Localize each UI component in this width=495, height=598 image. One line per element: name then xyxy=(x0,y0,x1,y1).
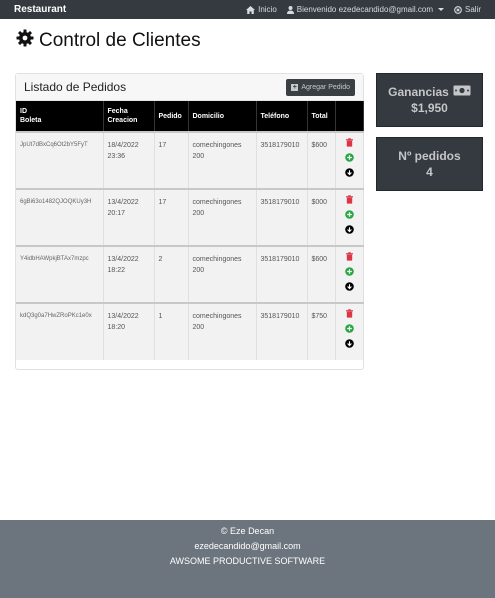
order-total-cell: $600 xyxy=(307,132,336,189)
footer-email: ezedecandido@gmail.com xyxy=(194,541,301,551)
orders-count-card: Nº pedidos 4 xyxy=(376,137,483,191)
trash-icon[interactable] xyxy=(345,309,354,318)
order-date-cell: 18/4/2022 23:36 xyxy=(103,132,155,189)
table-row: 6gBi63o1482QJOQKUy3H 13/4/2022 20:17 17 c… xyxy=(16,189,364,246)
order-date-cell: 13/4/2022 18:20 xyxy=(103,303,155,360)
nav-user-dropdown[interactable]: Bienvenido ezedecandido@gmail.com xyxy=(286,5,444,14)
earnings-label-row: Ganancias xyxy=(388,85,471,99)
home-icon xyxy=(246,5,256,14)
top-navbar: Restaurant Inicio Bienvenido ezedecandid… xyxy=(0,0,495,19)
page-title-text: Control de Clientes xyxy=(39,30,201,51)
col-header-actions xyxy=(335,101,364,132)
brand-link[interactable]: Restaurant xyxy=(14,4,66,15)
orders-count-value: 4 xyxy=(426,165,433,179)
footer: © Eze Decan ezedecandido@gmail.com AWSOM… xyxy=(0,520,495,598)
table-row: JpUt7dBxCq6Ot2bY5FyT 18/4/2022 23:36 17 c… xyxy=(16,132,364,189)
order-actions-cell xyxy=(335,132,364,189)
trash-icon[interactable] xyxy=(345,195,354,204)
earnings-value: $1,950 xyxy=(411,101,448,115)
plus-square-icon: + xyxy=(291,83,299,91)
plus-circle-icon[interactable] xyxy=(344,210,354,219)
order-total-cell: $000 xyxy=(307,189,336,246)
order-id-cell: 6gBi63o1482QJOQKUy3H xyxy=(16,189,104,246)
order-qty-cell: 1 xyxy=(154,303,189,360)
orders-count-label: Nº pedidos xyxy=(398,149,461,163)
nav-logout-link[interactable]: Salir xyxy=(454,5,481,14)
money-icon xyxy=(453,85,471,99)
order-actions-cell xyxy=(335,189,364,246)
table-header-row: ID Boleta Fecha Creacion Pedido Domicilio … xyxy=(16,101,364,132)
order-qty-cell: 17 xyxy=(154,189,189,246)
orders-card: Listado de Pedidos + Agregar Pedido ID Bo… xyxy=(15,73,364,370)
nav-home-link[interactable]: Inicio xyxy=(246,5,277,14)
footer-company: AWSOME PRODUCTIVE SOFTWARE xyxy=(169,556,326,566)
arrow-down-circle-icon[interactable] xyxy=(344,282,354,291)
order-phone-cell: 3518179010 xyxy=(256,246,308,303)
order-actions-cell xyxy=(335,246,364,303)
order-qty-cell: 2 xyxy=(154,246,189,303)
trash-icon[interactable] xyxy=(345,252,354,261)
order-date-cell: 13/4/2022 18:22 xyxy=(103,246,155,303)
col-header-date: Fecha Creacion xyxy=(103,101,155,132)
order-id-cell: kdQ3g0a7HwZRoPKc1e0x xyxy=(16,303,104,360)
order-total-cell: $750 xyxy=(307,303,336,360)
nav-user-label: Bienvenido ezedecandido@gmail.com xyxy=(296,5,433,14)
order-id-cell: Y4idbHAWpkjBTAx7mzpc xyxy=(16,246,104,303)
plus-circle-icon[interactable] xyxy=(344,267,354,276)
add-order-button[interactable]: + Agregar Pedido xyxy=(286,78,355,96)
chevron-down-icon xyxy=(437,8,444,11)
order-total-cell: $600 xyxy=(307,246,336,303)
order-phone-cell: 3518179010 xyxy=(256,189,308,246)
col-header-total: Total xyxy=(307,101,336,132)
orders-card-title: Listado de Pedidos xyxy=(24,80,127,94)
arrow-down-circle-icon[interactable] xyxy=(344,225,354,234)
arrow-down-circle-icon[interactable] xyxy=(344,168,354,177)
plus-circle-icon[interactable] xyxy=(344,153,354,162)
order-address-cell: comechingones 200 xyxy=(188,132,257,189)
logout-icon xyxy=(454,5,462,14)
add-order-label: Agregar Pedido xyxy=(301,83,350,91)
plus-circle-icon[interactable] xyxy=(344,324,354,333)
col-header-address: Domicilio xyxy=(188,101,257,132)
order-address-cell: comechingones 200 xyxy=(188,303,257,360)
gear-icon xyxy=(16,29,34,53)
table-row: Y4idbHAWpkjBTAx7mzpc 13/4/2022 18:22 2 co… xyxy=(16,246,364,303)
nav-right: Inicio Bienvenido ezedecandido@gmail.com… xyxy=(246,5,481,14)
user-icon xyxy=(286,5,294,14)
col-header-id: ID Boleta xyxy=(16,101,104,132)
col-header-order: Pedido xyxy=(154,101,189,132)
order-qty-cell: 17 xyxy=(154,132,189,189)
nav-logout-label: Salir xyxy=(464,5,481,14)
order-id-cell: JpUt7dBxCq6Ot2bY5FyT xyxy=(16,132,104,189)
trash-icon[interactable] xyxy=(345,138,354,147)
col-header-phone: Teléfono xyxy=(256,101,308,132)
orders-table: ID Boleta Fecha Creacion Pedido Domicilio … xyxy=(16,101,364,360)
arrow-down-circle-icon[interactable] xyxy=(344,339,354,348)
page-title: Control de Clientes xyxy=(16,29,201,53)
order-phone-cell: 3518179010 xyxy=(256,303,308,360)
nav-home-label: Inicio xyxy=(258,5,277,14)
table-row: kdQ3g0a7HwZRoPKc1e0x 13/4/2022 18:20 1 co… xyxy=(16,303,364,360)
footer-copyright: © Eze Decan xyxy=(220,526,275,536)
order-phone-cell: 3518179010 xyxy=(256,132,308,189)
order-address-cell: comechingones 200 xyxy=(188,246,257,303)
order-date-cell: 13/4/2022 20:17 xyxy=(103,189,155,246)
order-address-cell: comechingones 200 xyxy=(188,189,257,246)
earnings-label: Ganancias xyxy=(388,85,449,99)
orders-card-header: Listado de Pedidos + Agregar Pedido xyxy=(16,74,363,101)
earnings-card: Ganancias $1,950 xyxy=(376,73,483,127)
order-actions-cell xyxy=(335,303,364,360)
